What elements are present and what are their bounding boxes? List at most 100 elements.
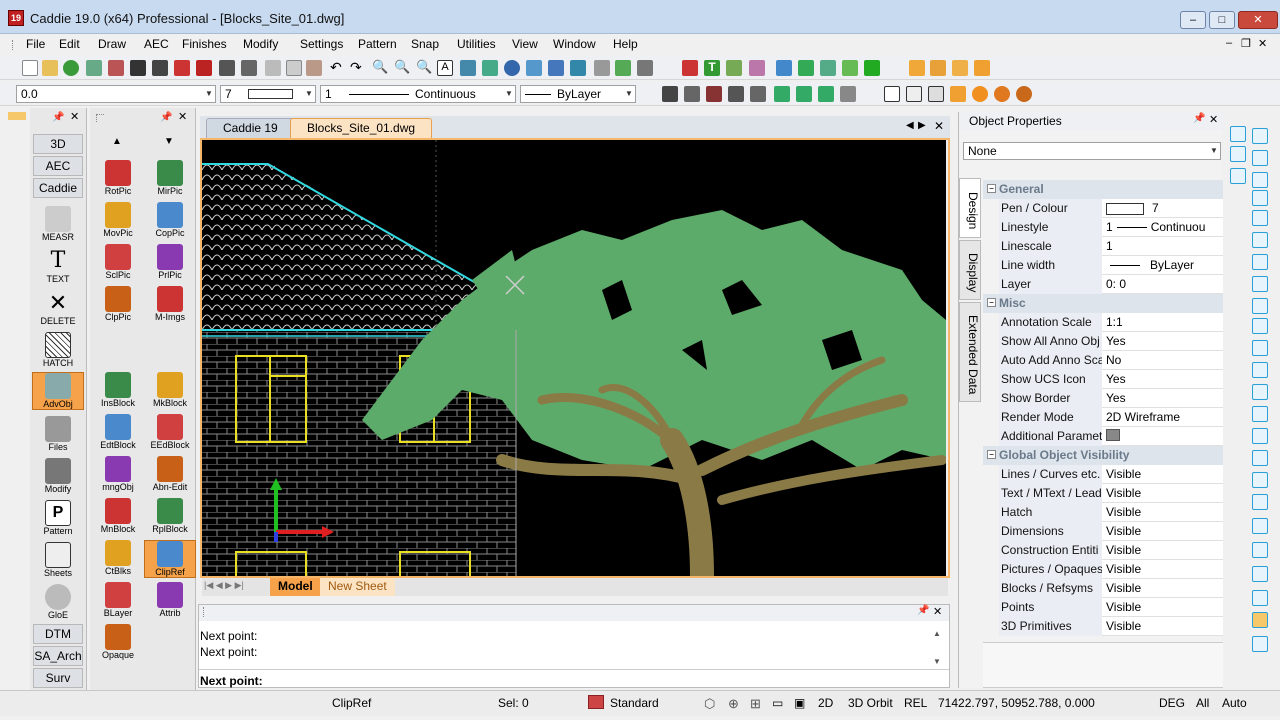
scroll-down-icon[interactable]: ▼ xyxy=(933,657,941,666)
box-3d-icon[interactable] xyxy=(909,60,925,76)
prop-vis-construction[interactable]: Construction Entiti Visible xyxy=(999,541,1223,560)
zoom-all-icon[interactable]: A xyxy=(437,60,453,76)
category-caddie-button[interactable]: Caddie xyxy=(33,178,83,198)
prop-pen-colour[interactable]: Pen / Colour 7 xyxy=(999,199,1223,218)
prop-line-width[interactable]: Line width ByLayer xyxy=(999,256,1223,275)
menu-window[interactable]: Window xyxy=(553,37,596,51)
snap-distance-icon[interactable] xyxy=(1252,494,1268,510)
snap-perpendicular-icon[interactable] xyxy=(1252,276,1268,292)
menu-draw[interactable]: Draw xyxy=(98,37,126,51)
text-tool-icon[interactable]: T xyxy=(704,60,720,76)
snap-parallel-icon[interactable] xyxy=(1252,406,1268,422)
layers-icon[interactable] xyxy=(594,60,610,76)
redraw-icon[interactable] xyxy=(482,60,498,76)
menu-snap[interactable]: Snap xyxy=(411,37,439,51)
library-icon[interactable] xyxy=(615,60,631,76)
tab-display[interactable]: Display xyxy=(959,240,981,300)
scroll-up-icon[interactable]: ▲ xyxy=(933,629,941,638)
snap-end-icon[interactable] xyxy=(1252,172,1268,188)
pin-icon[interactable]: 📌 xyxy=(917,605,929,616)
section-global-visibility[interactable]: − Global Object Visibility xyxy=(983,446,1223,465)
layer-isolate-icon[interactable] xyxy=(750,86,766,102)
stretch-icon[interactable] xyxy=(798,60,814,76)
cube-3d-icon[interactable] xyxy=(930,60,946,76)
block-tool-mirpic[interactable]: MirPic xyxy=(144,160,196,196)
text-tool[interactable]: T TEXT xyxy=(32,248,84,284)
block-tool-mngobj[interactable]: mngObj xyxy=(92,456,144,492)
pattern-tool[interactable]: P Pattern xyxy=(32,500,84,536)
status-auto[interactable]: Auto xyxy=(1222,696,1247,710)
section-misc[interactable]: − Misc xyxy=(983,294,1223,313)
selection-select[interactable]: None ▼ xyxy=(963,142,1221,160)
panel-close-icon[interactable]: ✕ xyxy=(1209,113,1218,126)
prop-vis-dimensions[interactable]: Dimensions Visible xyxy=(999,522,1223,541)
drawing-canvas[interactable] xyxy=(202,140,946,576)
files-tool[interactable]: Files xyxy=(32,416,84,452)
snap-left-col-1-icon[interactable] xyxy=(1230,126,1246,142)
prop-linestyle[interactable]: Linestyle 1 Continuou xyxy=(999,218,1223,237)
block-tool-opaque[interactable]: Opaque xyxy=(92,624,144,660)
snap-end-icon[interactable] xyxy=(548,60,564,76)
fillet-icon[interactable] xyxy=(864,60,880,76)
snap-track-icon[interactable] xyxy=(1252,566,1268,582)
layer-freeze-icon[interactable] xyxy=(684,86,700,102)
coordinate-field[interactable]: 0.0 ▼ xyxy=(16,85,216,103)
tab-scroll-right-icon[interactable]: ▶ xyxy=(918,120,926,131)
sphere-icon[interactable] xyxy=(972,86,988,102)
prop-vis-blocks[interactable]: Blocks / Refsyms Visible xyxy=(999,579,1223,598)
pen-colour-select[interactable]: 7 ▼ xyxy=(220,85,316,103)
status-3d-orbit[interactable]: 3D Orbit xyxy=(848,696,893,710)
layer-off-icon[interactable] xyxy=(796,86,812,102)
category-sa-arch-button[interactable]: SA_Arch xyxy=(33,646,83,666)
hatch-tool[interactable]: HATCH xyxy=(32,332,84,368)
menu-edit[interactable]: Edit xyxy=(59,37,80,51)
snap-clear-icon[interactable] xyxy=(1252,590,1268,606)
sheets-tool[interactable]: Sheets xyxy=(32,542,84,578)
prop-show-ucs-icon[interactable]: Show UCS Icon Yes xyxy=(999,370,1223,389)
snap-nearest-icon[interactable] xyxy=(1252,254,1268,270)
line-width-select[interactable]: ByLayer ▼ xyxy=(520,85,636,103)
menu-pattern[interactable]: Pattern xyxy=(358,37,397,51)
maximize-button[interactable]: □ xyxy=(1209,11,1235,29)
prop-annotation-scale[interactable]: Annotation Scale 1:1 xyxy=(999,313,1223,332)
panel-close-icon[interactable]: ✕ xyxy=(178,110,187,123)
menu-file[interactable]: File xyxy=(26,37,45,51)
block-tool-sclpic[interactable]: SclPic xyxy=(92,244,144,280)
tab-model[interactable]: Model xyxy=(270,578,321,596)
mdi-close-icon[interactable]: ✕ xyxy=(1258,37,1267,50)
pin-icon[interactable]: 📌 xyxy=(52,112,64,123)
save-all-icon[interactable] xyxy=(152,60,168,76)
snap-mid-icon[interactable] xyxy=(570,60,586,76)
snap-polar-icon[interactable] xyxy=(1252,542,1268,558)
wireframe-box-icon[interactable] xyxy=(906,86,922,102)
prop-vis-hatch[interactable]: Hatch Visible xyxy=(999,503,1223,522)
web-icon[interactable] xyxy=(63,60,79,76)
layer-lock-icon[interactable] xyxy=(706,86,722,102)
modify-tool[interactable]: Modify xyxy=(32,458,84,494)
prop-vis-points[interactable]: Points Visible xyxy=(999,598,1223,617)
block-tool-ctblks[interactable]: CtBlks xyxy=(92,540,144,576)
advanced-object-tool[interactable]: AdvObj xyxy=(32,372,84,410)
prop-vis-text[interactable]: Text / MText / Lead Visible xyxy=(999,484,1223,503)
pin-icon[interactable]: 📌 xyxy=(160,112,172,123)
panel-close-icon[interactable]: ✕ xyxy=(933,605,942,618)
category-aec-button[interactable]: AEC xyxy=(33,156,83,176)
snap-cursor-icon[interactable] xyxy=(1252,128,1268,144)
crosshair-toggle-icon[interactable]: ⊞ xyxy=(750,696,761,712)
zoom-window-icon[interactable]: 🔍 xyxy=(372,60,388,76)
prop-vis-lines[interactable]: Lines / Curves etc. Visible xyxy=(999,465,1223,484)
close-button[interactable]: ✕ xyxy=(1238,11,1278,29)
scroll-down-icon[interactable]: ▼ xyxy=(164,136,174,147)
paste-icon[interactable] xyxy=(306,60,322,76)
block-tool-blayer[interactable]: BLayer xyxy=(92,582,144,618)
redo-icon[interactable]: ↷ xyxy=(350,60,366,76)
block-tool-rotpic[interactable]: RotPic xyxy=(92,160,144,196)
menu-settings[interactable]: Settings xyxy=(300,37,343,51)
shaded-sphere-icon[interactable] xyxy=(994,86,1010,102)
snap-mid-icon[interactable] xyxy=(1252,190,1268,206)
rectangle-icon[interactable] xyxy=(884,86,900,102)
snap-grid-icon[interactable] xyxy=(526,60,542,76)
trim-icon[interactable] xyxy=(820,60,836,76)
tab-scroll-left-icon[interactable]: ◀ xyxy=(906,120,914,131)
undo-icon[interactable]: ↶ xyxy=(330,60,346,76)
